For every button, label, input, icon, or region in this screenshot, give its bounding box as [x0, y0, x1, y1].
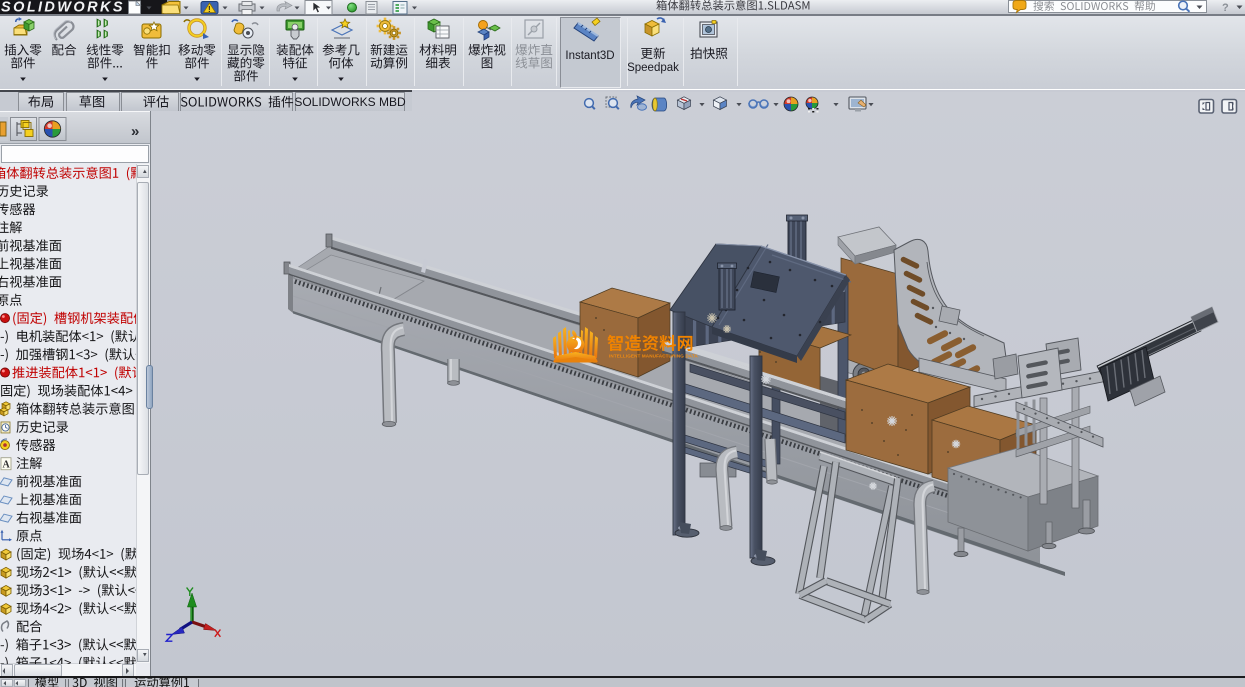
svg-text:»: » — [131, 123, 139, 140]
svg-text:SOLIDWORKS: SOLIDWORKS — [1, 0, 125, 16]
svg-text:?: ? — [1222, 2, 1229, 14]
svg-text:!: ! — [208, 5, 211, 14]
svg-text:Instant3D: Instant3D — [565, 50, 614, 62]
svg-text:SOLIDWORKS MBD: SOLIDWORKS MBD — [294, 95, 406, 109]
svg-text:Speedpak: Speedpak — [627, 62, 679, 74]
svg-text:A: A — [3, 460, 11, 471]
